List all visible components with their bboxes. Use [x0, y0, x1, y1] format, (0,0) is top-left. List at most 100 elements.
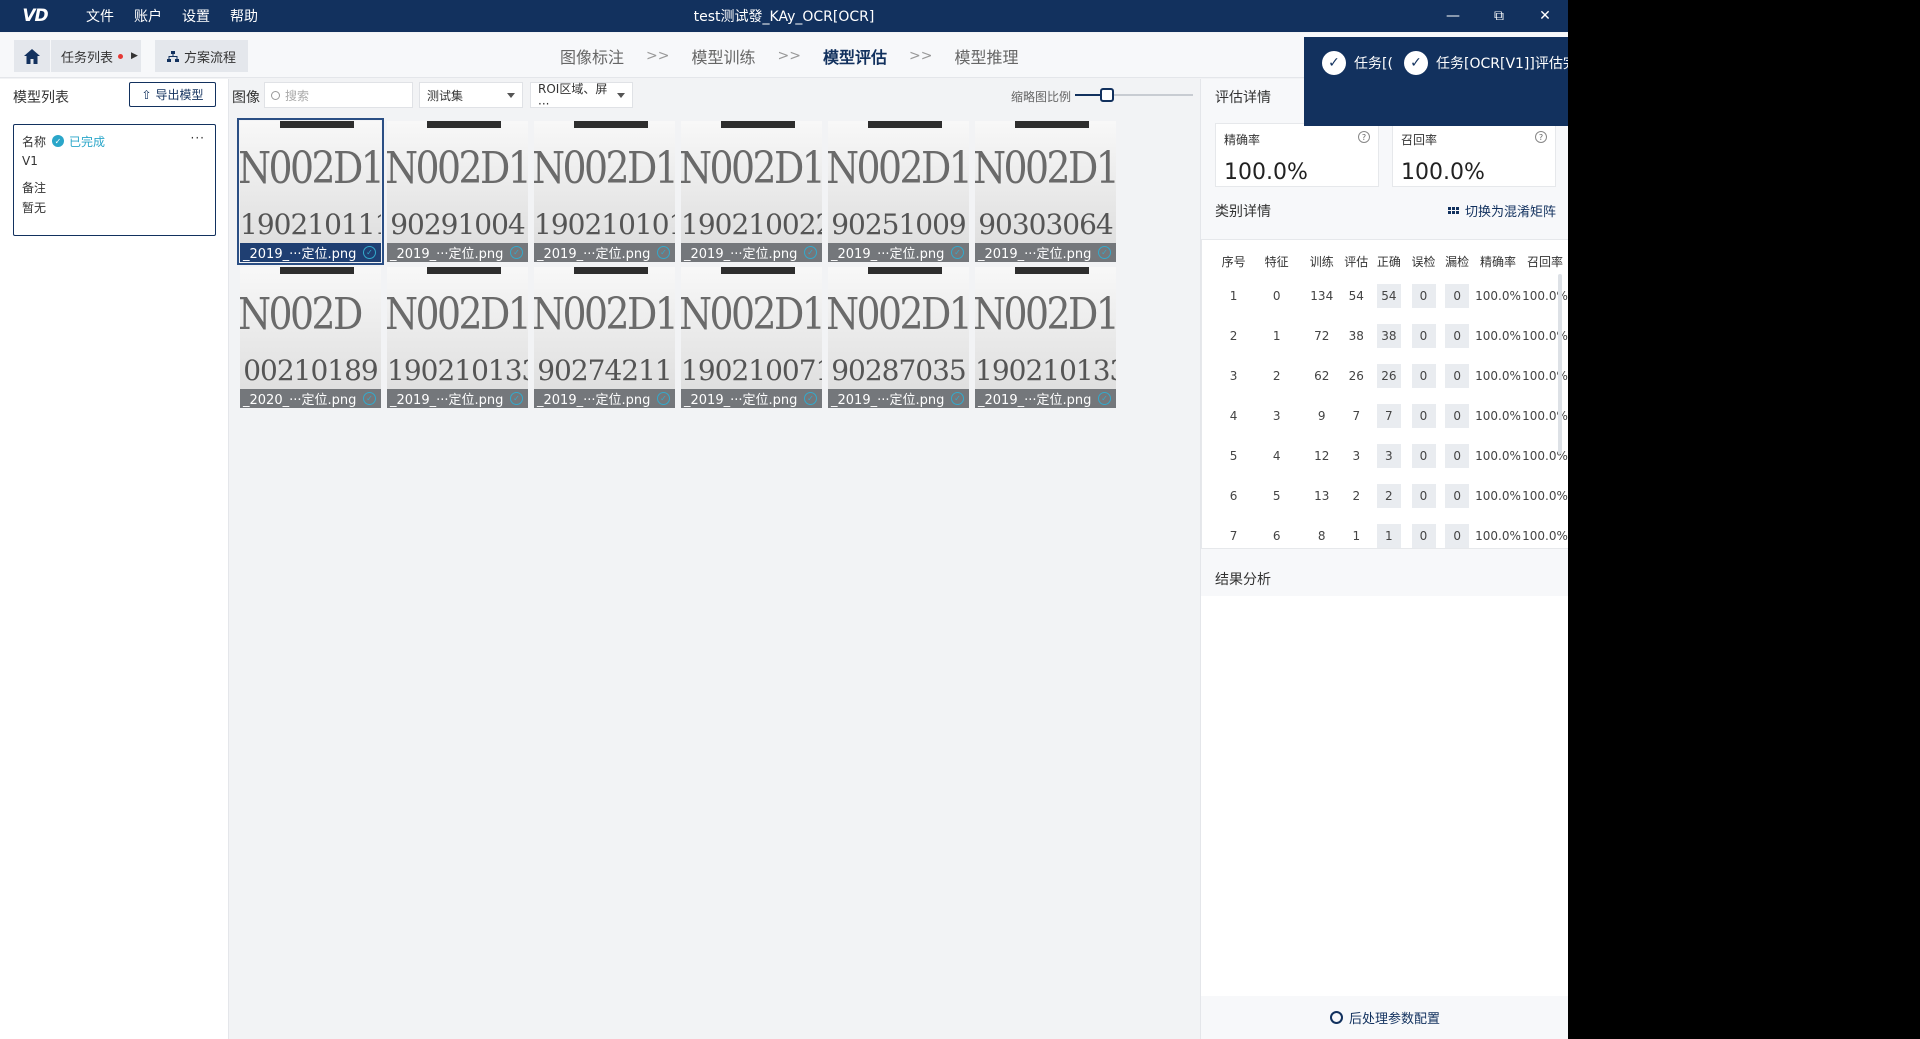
image-text-line2: 190210071	[681, 354, 822, 387]
table-cell-box: 3	[1371, 436, 1407, 476]
image-thumbnail[interactable]: N002D1 190210111 _2019_···定位.png ✓	[237, 118, 384, 265]
image-thumbnail[interactable]: N002D1 90287035 _2019_···定位.png ✓	[828, 267, 969, 408]
table-cell: 6	[1229, 489, 1238, 503]
check-icon: ✓	[1322, 51, 1346, 75]
check-circle-icon: ✓	[951, 246, 964, 259]
flow-button[interactable]: 方案流程	[155, 40, 248, 72]
help-icon[interactable]: ?	[1535, 131, 1547, 143]
table-cell: 1	[1272, 329, 1281, 343]
table-cell-box: 0	[1440, 516, 1474, 548]
image-text-line1: N002D1	[240, 143, 381, 194]
search-placeholder: 搜索	[285, 88, 310, 103]
table-row[interactable]: 1 0 134 54 54 0 0 100.0% 100.0%	[1216, 276, 1568, 316]
dataset-select[interactable]: 测试集	[419, 82, 523, 108]
image-text-line1: N002D1	[681, 289, 822, 340]
image-top-bar	[721, 121, 795, 128]
table-row[interactable]: 2 1 72 38 38 0 0 100.0% 100.0%	[1216, 316, 1568, 356]
col-header[interactable]: 训练	[1302, 246, 1341, 276]
minimize-icon[interactable]: —	[1430, 0, 1476, 32]
restore-icon[interactable]: ⧉	[1476, 0, 1522, 32]
table-cell: 2	[1352, 489, 1361, 503]
image-text-line1: N002D1	[387, 143, 528, 194]
count-box: 54	[1376, 284, 1401, 308]
image-panel: 图像 搜索 测试集 ROI区域、屏··· 缩略图比例 N002D1 1902101…	[230, 79, 1199, 1039]
scale-slider-thumb[interactable]	[1099, 88, 1114, 102]
col-header[interactable]: 特征	[1251, 246, 1302, 276]
step-infer[interactable]: 模型推理	[954, 44, 1018, 68]
image-top-bar	[280, 267, 354, 274]
image-filename: _2019_···定位.png	[684, 247, 798, 262]
image-thumbnail[interactable]: N002D1 190210133 _2019_···定位.png ✓	[387, 267, 528, 408]
precision-card: 精确率 ? 100.0%	[1215, 123, 1379, 187]
table-cell-box: 0	[1407, 516, 1441, 548]
col-header[interactable]: 序号	[1216, 246, 1251, 276]
table-cell-box: 0	[1407, 356, 1441, 396]
image-top-bar	[1015, 267, 1089, 274]
image-thumbnail[interactable]: N002D1 90303064 _2019_···定位.png ✓	[975, 121, 1116, 262]
check-circle-icon: ✓	[804, 246, 817, 259]
image-thumbnail[interactable]: N002D1 90274211 _2019_···定位.png ✓	[534, 267, 675, 408]
col-header[interactable]: 正确	[1371, 246, 1407, 276]
table-cell: 134	[1310, 289, 1334, 303]
step-evaluate[interactable]: 模型评估	[823, 44, 887, 68]
table-row[interactable]: 3 2 62 26 26 0 0 100.0% 100.0%	[1216, 356, 1568, 396]
table-scrollbar[interactable]	[1558, 274, 1562, 454]
table-row[interactable]: 5 4 12 3 3 0 0 100.0% 100.0%	[1216, 436, 1568, 476]
check-circle-icon: ✓	[510, 392, 523, 405]
toast-text: 任务[(	[1354, 56, 1393, 72]
evaluation-panel: 评估详情 精确率 ? 100.0% 召回率 ? 100.0% 类别详情 切换为混…	[1200, 79, 1569, 1039]
image-text-line1: N002D1	[828, 143, 969, 194]
thumbnail-grid: N002D1 190210111 _2019_···定位.png ✓ N002D1 902…	[237, 118, 1120, 408]
image-caption: _2019_···定位.png ✓	[534, 389, 675, 408]
caret-right-icon: ▶	[131, 51, 138, 61]
notification-toast[interactable]: ✓ 任务[( ✓ 任务[OCR[V1]]评估完成	[1304, 37, 1568, 126]
count-box: 0	[1411, 444, 1436, 468]
close-icon[interactable]: ✕	[1522, 0, 1568, 32]
step-annotate[interactable]: 图像标注	[560, 44, 624, 68]
model-card[interactable]: 名称 ✓ 已完成 V1 备注 暂无 ···	[13, 124, 216, 236]
table-row[interactable]: 6 5 13 2 2 0 0 100.0% 100.0%	[1216, 476, 1568, 516]
export-model-button[interactable]: ⇧ 导出模型	[129, 82, 216, 107]
image-filename: _2020_···定位.png	[243, 393, 357, 408]
col-header[interactable]: 评估	[1341, 246, 1371, 276]
table-cell-box: 0	[1407, 316, 1441, 356]
table-cell: 4	[1229, 409, 1238, 423]
class-table: 序号 特征 训练 评估 正确 误检 漏检 精确率 召回率 1 0 134 54 54 0 0…	[1201, 239, 1569, 549]
more-icon[interactable]: ···	[191, 131, 205, 145]
col-header[interactable]: 漏检	[1440, 246, 1474, 276]
table-row[interactable]: 4 3 9 7 7 0 0 100.0% 100.0%	[1216, 396, 1568, 436]
image-filename: _2019_···定位.png	[831, 247, 945, 262]
table-cell-box: 0	[1407, 476, 1441, 516]
step-train[interactable]: 模型训练	[691, 44, 755, 68]
model-list-title: 模型列表	[13, 90, 69, 106]
image-thumbnail[interactable]: N002D1 190210133 _2019_···定位.png ✓	[975, 267, 1116, 408]
image-thumbnail[interactable]: N002D1 190210101 _2019_···定位.png ✓	[534, 121, 675, 262]
roi-select[interactable]: ROI区域、屏···	[530, 82, 633, 111]
table-cell: 3	[1229, 369, 1238, 383]
model-name-label: 名称	[22, 134, 47, 149]
table-cell: 7	[1352, 409, 1361, 423]
image-caption: _2019_···定位.png ✓	[387, 243, 528, 262]
table-row[interactable]: 7 6 8 1 1 0 0 100.0% 100.0%	[1216, 516, 1568, 548]
image-text-line2: 90291004	[390, 208, 526, 241]
table-cell: 38	[1348, 329, 1364, 343]
post-process-config-button[interactable]: 后处理参数配置	[1201, 996, 1569, 1039]
home-button[interactable]	[14, 40, 50, 72]
image-thumbnail[interactable]: N002D1 90251009 _2019_···定位.png ✓	[828, 121, 969, 262]
image-thumbnail[interactable]: N002D1 90291004 _2019_···定位.png ✓	[387, 121, 528, 262]
col-header[interactable]: 精确率	[1474, 246, 1522, 276]
search-input[interactable]: 搜索	[264, 82, 413, 108]
help-icon[interactable]: ?	[1358, 131, 1370, 143]
confusion-matrix-link[interactable]: 切换为混淆矩阵	[1447, 201, 1556, 220]
image-thumbnail[interactable]: N002D 00210189 _2020_···定位.png ✓	[240, 267, 381, 408]
table-cell: 100.0%	[1475, 329, 1521, 343]
col-header[interactable]: 召回率	[1522, 246, 1568, 276]
image-thumbnail[interactable]: N002D1 190210071 _2019_···定位.png ✓	[681, 267, 822, 408]
workflow-steps: 图像标注 >> 模型训练 >> 模型评估 >> 模型推理	[560, 33, 1018, 78]
task-list-button[interactable]: 任务列表 ▶	[51, 40, 141, 72]
image-thumbnail[interactable]: N002D1 190210022 _2019_···定位.png ✓	[681, 121, 822, 262]
table-cell-box: 0	[1440, 356, 1474, 396]
table-cell-box: 2	[1371, 476, 1407, 516]
col-header[interactable]: 误检	[1407, 246, 1441, 276]
result-analysis-title: 结果分析	[1201, 559, 1569, 596]
